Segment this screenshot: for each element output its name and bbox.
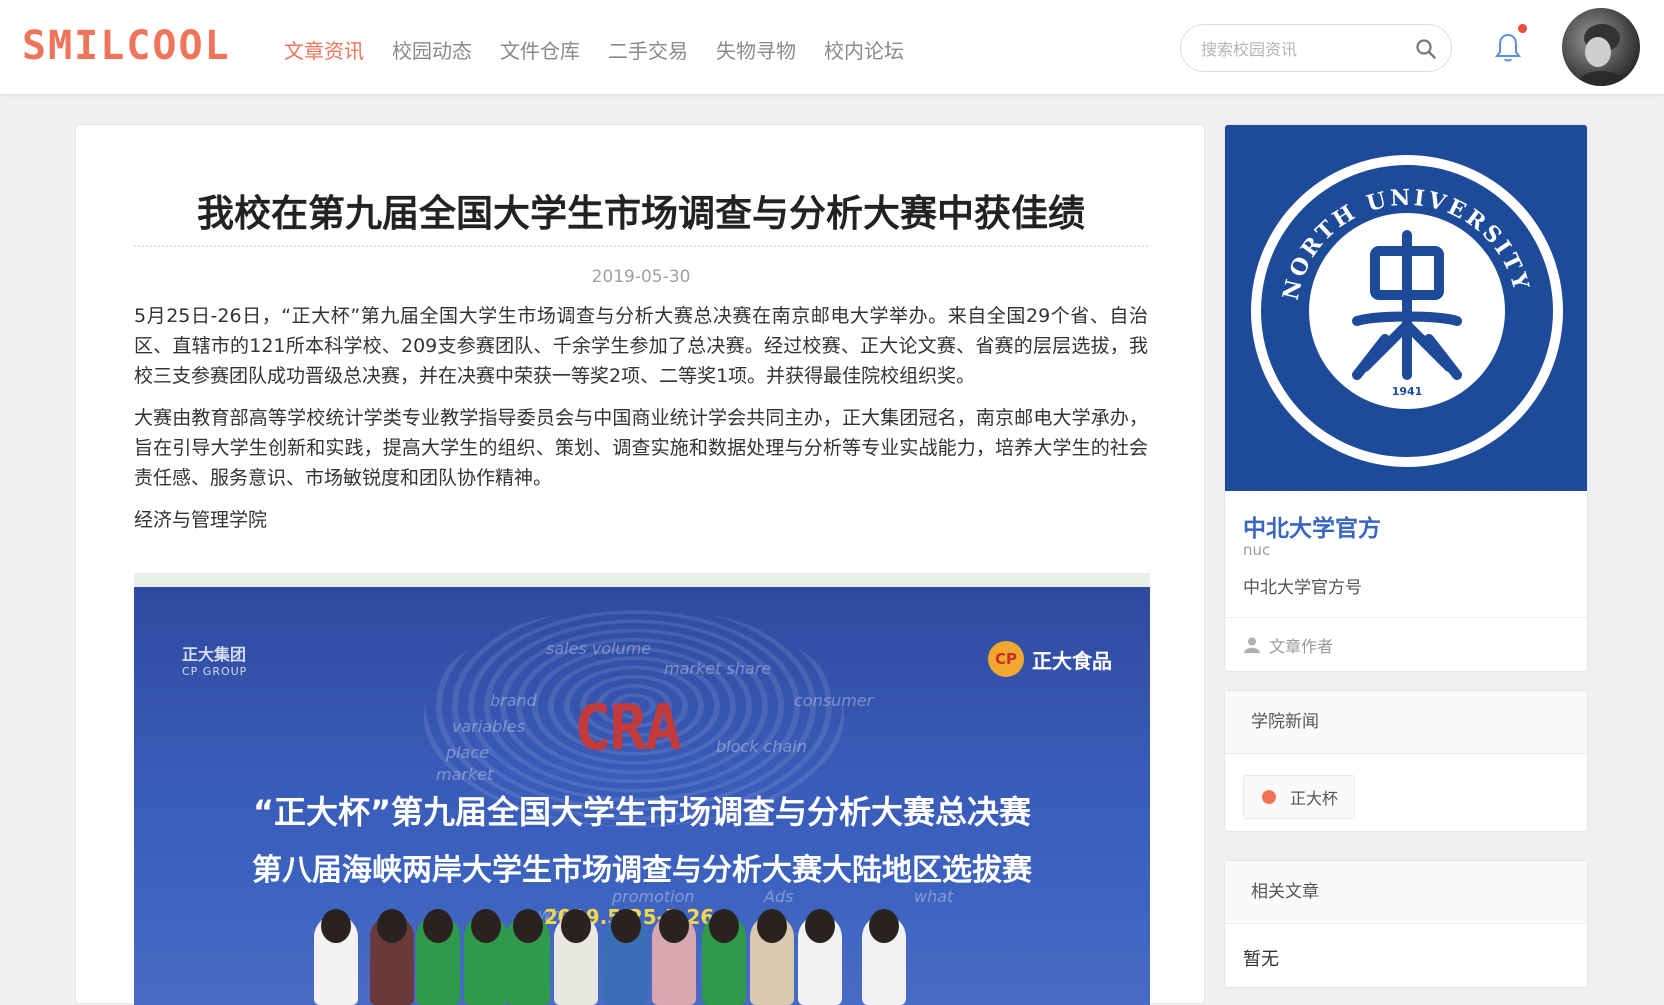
cra-logo: CRA <box>574 691 682 764</box>
nav-item-forum[interactable]: 校内论坛 <box>824 34 904 68</box>
cp-food-logo: CP 正大食品 <box>988 641 1112 677</box>
banner-word: place <box>446 743 490 762</box>
banner-word: market share <box>664 659 772 678</box>
main-nav: 文章资讯 校园动态 文件仓库 二手交易 失物寻物 校内论坛 <box>284 34 932 68</box>
cp-badge-icon: CP <box>988 641 1024 677</box>
article-card: 我校在第九届全国大学生市场调查与分析大赛中获佳绩 2019-05-30 5月25… <box>75 124 1205 1005</box>
cp-group-logo: 正大集团 CP GROUP <box>182 641 247 678</box>
notification-dot <box>1518 24 1527 33</box>
author-description: 中北大学官方号 <box>1243 578 1362 598</box>
author-card: NORTH UNIVERSITY OF CHINA 1941 中北大学官方 nu… <box>1224 124 1588 672</box>
related-articles-panel: 相关文章 暂无 <box>1224 860 1588 988</box>
banner-word: variables <box>452 717 525 736</box>
article-body: 5月25日-26日，“正大杯”第九届全国大学生市场调查与分析大赛总决赛在南京邮电… <box>134 301 1148 547</box>
related-empty-text: 暂无 <box>1243 949 1279 970</box>
tag-label: 正大杯 <box>1290 789 1339 808</box>
person-head <box>561 909 591 943</box>
search-box <box>1180 24 1452 72</box>
banner-word: market <box>436 765 494 784</box>
banner-word: brand <box>490 691 537 710</box>
title-divider <box>134 245 1148 247</box>
nav-item-campus-news[interactable]: 校园动态 <box>392 34 472 68</box>
author-role: 文章作者 <box>1243 633 1333 657</box>
cp-food-name: 正大食品 <box>1032 648 1112 673</box>
nav-item-second-hand[interactable]: 二手交易 <box>608 34 688 68</box>
site-logo[interactable]: SMILCOOL <box>22 22 231 70</box>
bell-icon[interactable] <box>1494 32 1522 64</box>
person-head <box>377 909 407 943</box>
author-name[interactable]: 中北大学官方 <box>1243 509 1381 543</box>
university-logo[interactable]: NORTH UNIVERSITY OF CHINA 1941 <box>1225 125 1587 491</box>
person-head <box>471 909 501 943</box>
article-date: 2019-05-30 <box>591 267 691 287</box>
article-college: 经济与管理学院 <box>134 509 268 531</box>
person-head <box>757 909 787 943</box>
user-icon <box>1244 637 1260 653</box>
college-news-heading: 学院新闻 <box>1225 691 1587 754</box>
avatar-portrait-icon <box>1576 24 1628 86</box>
banner-title-line1: “正大杯”第九届全国大学生市场调查与分析大赛总决赛 <box>252 793 1032 831</box>
person-head <box>611 909 641 943</box>
banner-word: sales volume <box>546 639 652 658</box>
tag-dot-icon <box>1262 790 1276 804</box>
person-head <box>869 909 899 943</box>
person-head <box>709 909 739 943</box>
author-role-label: 文章作者 <box>1269 637 1334 656</box>
author-id: nuc <box>1243 541 1271 559</box>
author-divider <box>1225 617 1587 618</box>
logo-year: 1941 <box>1392 385 1423 398</box>
nav-item-articles[interactable]: 文章资讯 <box>284 34 364 68</box>
article-paragraph: 大赛由教育部高等学校统计学类专业教学指导委员会与中国商业统计学会共同主办，正大集… <box>134 407 1148 489</box>
banner-word: consumer <box>794 691 874 710</box>
cp-group-english: CP GROUP <box>182 665 248 678</box>
person-head <box>659 909 689 943</box>
banner-title-line2: 第八届海峡两岸大学生市场调查与分析大赛大陆地区选拔赛 <box>252 853 1032 888</box>
search-icon[interactable] <box>1415 38 1437 60</box>
top-header: SMILCOOL 文章资讯 校园动态 文件仓库 二手交易 失物寻物 校内论坛 <box>0 0 1664 94</box>
college-news-panel: 学院新闻 正大杯 <box>1224 690 1588 832</box>
nav-item-file-repository[interactable]: 文件仓库 <box>500 34 580 68</box>
banner-word: block chain <box>716 737 807 756</box>
person-head <box>513 909 543 943</box>
cp-group-name: 正大集团 <box>182 645 247 664</box>
person-head <box>805 909 835 943</box>
related-articles-heading: 相关文章 <box>1225 861 1587 924</box>
article-photo: 正大集团 CP GROUP CP 正大食品 sales volume marke… <box>134 573 1150 1005</box>
university-emblem-icon: NORTH UNIVERSITY OF CHINA 1941 <box>1225 125 1563 467</box>
user-avatar[interactable] <box>1562 8 1640 86</box>
person-head <box>423 909 453 943</box>
article-paragraph: 5月25日-26日，“正大杯”第九届全国大学生市场调查与分析大赛总决赛在南京邮电… <box>134 305 1148 387</box>
article-title: 我校在第九届全国大学生市场调查与分析大赛中获佳绩 <box>197 192 1085 235</box>
person-head <box>321 909 351 943</box>
group-photo-people <box>134 903 1150 1005</box>
tag-zhengda-cup[interactable]: 正大杯 <box>1243 775 1356 819</box>
search-input[interactable] <box>1199 35 1403 63</box>
nav-item-lost-found[interactable]: 失物寻物 <box>716 34 796 68</box>
photo-sky <box>134 573 1150 587</box>
